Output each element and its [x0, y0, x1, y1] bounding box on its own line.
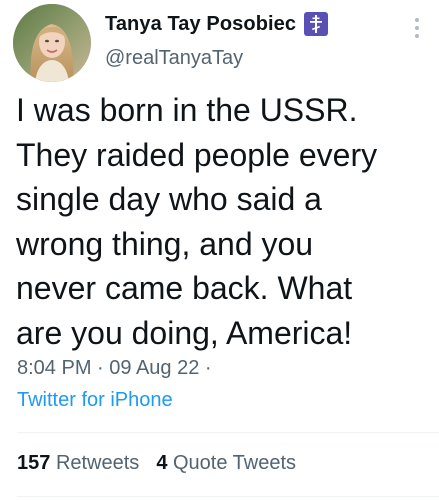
quote-tweets-stat[interactable]: 4 Quote Tweets — [156, 452, 296, 475]
tweet-text: I was born in the USSR. They raided peop… — [16, 92, 378, 351]
quote-tweets-label: Quote Tweets — [173, 452, 297, 474]
author-handle[interactable]: @realTanyaTay — [105, 47, 243, 70]
divider — [17, 496, 439, 497]
retweets-label: Retweets — [55, 452, 140, 474]
avatar[interactable] — [13, 4, 91, 82]
retweets-stat[interactable]: 157 Retweets — [17, 452, 139, 475]
tweet-date[interactable]: 09 Aug 22 — [109, 357, 199, 379]
orthodox-cross-icon — [304, 12, 329, 36]
tweet-detail: Tanya Tay Posobiec @realTanyaTay I was b… — [0, 0, 439, 500]
more-vertical-icon[interactable] — [409, 16, 425, 42]
retweets-count: 157 — [17, 452, 51, 474]
engagement-stats: 157 Retweets 4 Quote Tweets — [17, 452, 313, 475]
avatar-image — [13, 4, 91, 82]
meta-separator: · — [91, 357, 110, 379]
display-name[interactable]: Tanya Tay Posobiec — [105, 13, 296, 36]
tweet-source-link[interactable]: Twitter for iPhone — [17, 389, 173, 412]
divider — [17, 432, 439, 433]
author-name-row[interactable]: Tanya Tay Posobiec — [105, 12, 329, 36]
tweet-time[interactable]: 8:04 PM — [17, 357, 91, 379]
meta-separator: · — [199, 357, 212, 379]
tweet-timestamp[interactable]: 8:04 PM · 09 Aug 22 · — [17, 357, 212, 380]
quote-tweets-count: 4 — [156, 452, 168, 474]
